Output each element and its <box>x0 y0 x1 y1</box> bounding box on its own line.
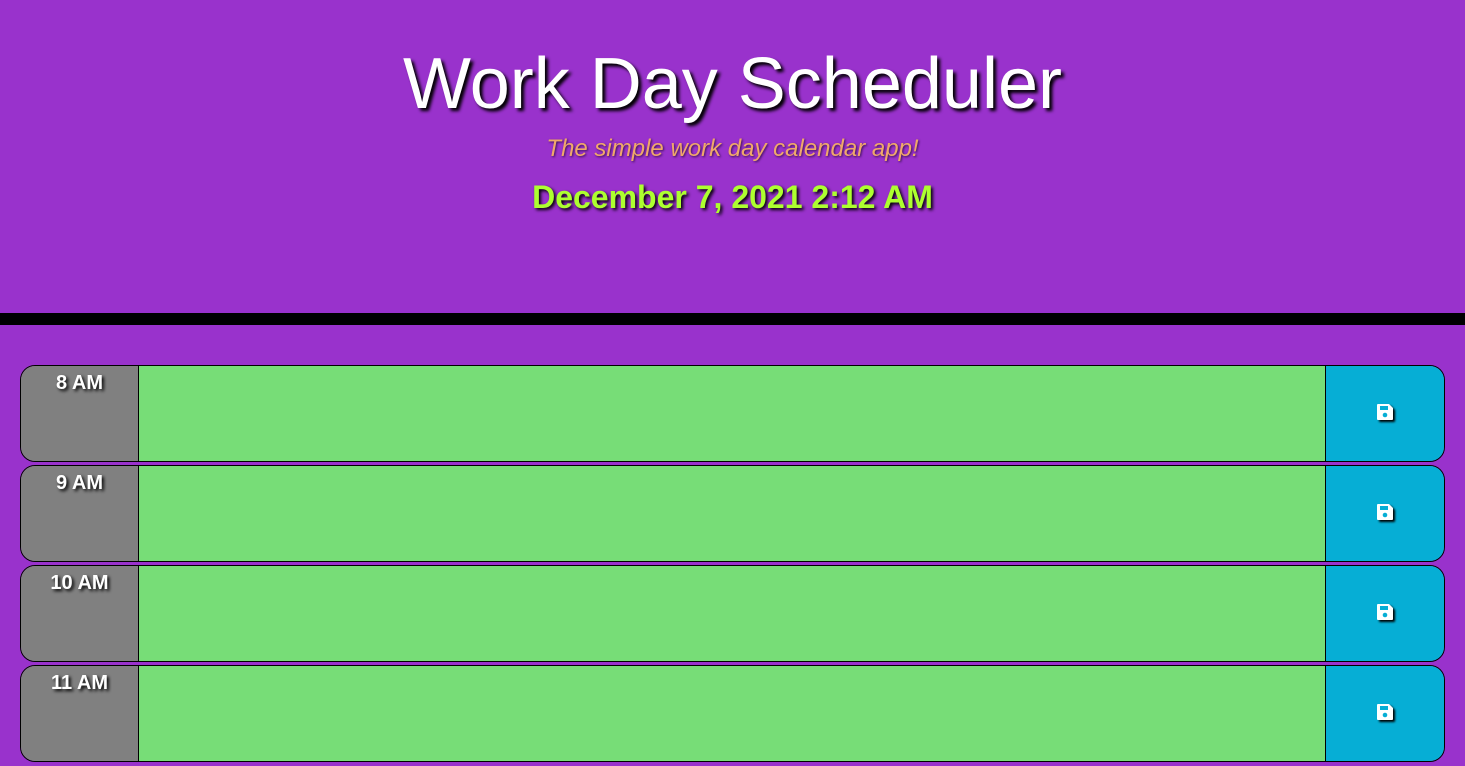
time-block-8am: 8 AM <box>20 365 1445 462</box>
event-description-input[interactable] <box>139 666 1326 761</box>
header-divider <box>0 313 1465 325</box>
time-block-9am: 9 AM <box>20 465 1445 562</box>
time-block-10am: 10 AM <box>20 565 1445 662</box>
save-button[interactable] <box>1326 566 1444 661</box>
save-icon <box>1375 602 1395 625</box>
hour-label: 8 AM <box>21 366 139 461</box>
page-subtitle: The simple work day calendar app! <box>546 135 919 162</box>
save-icon <box>1375 402 1395 425</box>
hour-label: 9 AM <box>21 466 139 561</box>
save-icon <box>1375 702 1395 725</box>
save-button[interactable] <box>1326 466 1444 561</box>
save-button[interactable] <box>1326 366 1444 461</box>
page-title: Work Day Scheduler <box>403 44 1062 124</box>
hour-label: 10 AM <box>21 566 139 661</box>
current-date-time: December 7, 2021 2:12 AM <box>532 179 933 215</box>
event-description-input[interactable] <box>139 366 1326 461</box>
event-description-input[interactable] <box>139 466 1326 561</box>
hour-label: 11 AM <box>21 666 139 761</box>
time-block-11am: 11 AM <box>20 665 1445 762</box>
save-button[interactable] <box>1326 666 1444 761</box>
header: Work Day Scheduler The simple work day c… <box>0 0 1465 313</box>
save-icon <box>1375 502 1395 525</box>
event-description-input[interactable] <box>139 566 1326 661</box>
